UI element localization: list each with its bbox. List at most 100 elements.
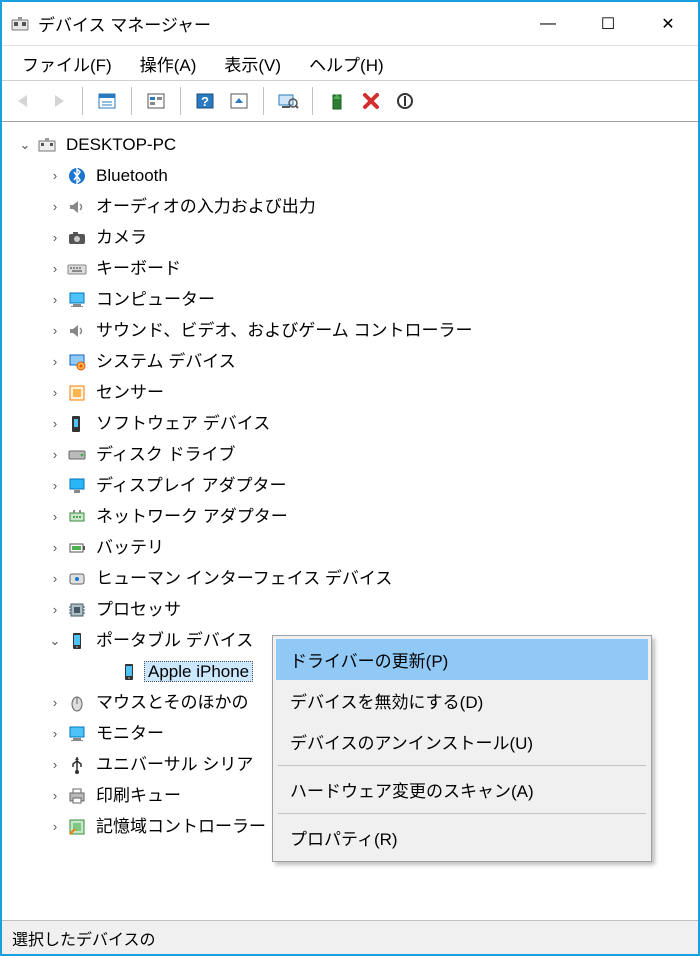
tree-label: ディスク ドライブ [92,444,240,465]
monitor-icon [66,723,88,745]
tree-node-hid[interactable]: › ヒューマン インターフェイス デバイス [2,563,698,594]
expand-icon[interactable]: › [46,353,64,371]
ctx-update-driver[interactable]: ドライバーの更新(P) [276,639,648,680]
expand-icon[interactable]: › [46,384,64,402]
tree-node-sound[interactable]: ›サウンド、ビデオ、およびゲーム コントローラー [2,315,698,346]
expand-icon[interactable]: › [46,818,64,836]
expander-none [98,663,116,681]
menu-view[interactable]: 表示(V) [212,47,293,80]
help-button[interactable]: ? [189,85,221,117]
tree-label: カメラ [92,227,151,248]
audio-icon [66,196,88,218]
tree-label: ネットワーク アダプター [92,506,292,527]
tree-label: コンピューター [92,289,219,310]
window-title: デバイス マネージャー [38,11,518,36]
ctx-properties[interactable]: プロパティ(R) [276,817,648,858]
expand-icon[interactable]: › [46,570,64,588]
status-text: 選択したデバイスの [12,926,156,950]
camera-icon [66,227,88,249]
update-driver-button[interactable] [321,85,353,117]
tree-label: キーボード [92,258,185,279]
ctx-uninstall-device[interactable]: デバイスのアンインストール(U) [276,721,648,762]
close-button[interactable]: ✕ [638,2,698,46]
expand-icon[interactable]: › [46,167,64,185]
tree-node-cpu[interactable]: ›プロセッサ [2,594,698,625]
menu-file[interactable]: ファイル(F) [10,47,124,80]
root-icon [36,134,58,156]
display-icon [66,475,88,497]
tree-node-network[interactable]: › ネットワーク アダプター [2,501,698,532]
tree-node-disk[interactable]: › ディスク ドライブ [2,439,698,470]
tree-label: DESKTOP-PC [62,134,180,155]
disable-button[interactable] [389,85,421,117]
tree-node-display[interactable]: ›ディスプレイ アダプター [2,470,698,501]
show-hidden-button[interactable] [223,85,255,117]
tree-label: 記憶域コントローラー [92,816,270,837]
expand-icon[interactable]: › [46,260,64,278]
expand-icon[interactable]: › [46,601,64,619]
menu-action[interactable]: 操作(A) [128,47,209,80]
expand-icon[interactable]: › [46,725,64,743]
expand-icon[interactable]: › [46,291,64,309]
tree-node-system[interactable]: ›システム デバイス [2,346,698,377]
tree-node-root[interactable]: ⌄ DESKTOP-PC [2,129,698,160]
expand-icon[interactable]: › [46,198,64,216]
storage-icon [66,816,88,838]
printer-icon [66,785,88,807]
collapse-icon[interactable]: ⌄ [16,136,34,154]
tree-node-software[interactable]: ›ソフトウェア デバイス [2,408,698,439]
ctx-scan-hardware[interactable]: ハードウェア変更のスキャン(A) [276,769,648,810]
forward-button[interactable] [42,85,74,117]
expand-icon[interactable]: › [46,446,64,464]
battery-icon [66,537,88,559]
tree-node-camera[interactable]: › カメラ [2,222,698,253]
expand-icon[interactable]: › [46,787,64,805]
ctx-disable-device[interactable]: デバイスを無効にする(D) [276,680,648,721]
tree-node-computer[interactable]: › コンピューター [2,284,698,315]
scan-hardware-button[interactable] [272,85,304,117]
toolbar-separator [312,87,313,115]
disk-icon [66,444,88,466]
tree-label: ヒューマン インターフェイス デバイス [92,568,396,589]
network-icon [66,506,88,528]
tree-node-bluetooth[interactable]: › Bluetooth [2,160,698,191]
toolbar-separator [263,87,264,115]
cpu-icon [66,599,88,621]
tree-label: バッテリ [92,537,168,558]
tree-node-battery[interactable]: › バッテリ [2,532,698,563]
context-menu: ドライバーの更新(P) デバイスを無効にする(D) デバイスのアンインストール(… [272,635,652,862]
back-button[interactable] [8,85,40,117]
menu-help[interactable]: ヘルプ(H) [297,47,396,80]
tree-node-keyboard[interactable]: › キーボード [2,253,698,284]
minimize-button[interactable]: — [518,2,578,46]
tree-label: ポータブル デバイス [92,630,257,651]
expand-icon[interactable]: › [46,508,64,526]
expand-icon[interactable]: › [46,477,64,495]
tree-node-audio[interactable]: › オーディオの入力および出力 [2,191,698,222]
devices-view-button[interactable] [140,85,172,117]
collapse-icon[interactable]: ⌄ [46,632,64,650]
tree-label: Bluetooth [92,165,172,186]
usb-icon [66,754,88,776]
title-bar: デバイス マネージャー — ☐ ✕ [2,2,698,46]
device-tree[interactable]: ⌄DESKTOP-PC›Bluetooth›オーディオの入力および出力›カメラ›… [2,122,698,920]
keyboard-icon [66,258,88,280]
uninstall-button[interactable] [355,85,387,117]
expand-icon[interactable]: › [46,694,64,712]
ctx-separator [278,765,646,766]
tree-label: 印刷キュー [92,785,185,806]
sensor-icon [66,382,88,404]
properties-button[interactable] [91,85,123,117]
toolbar-separator [131,87,132,115]
computer-icon [66,289,88,311]
software-icon [66,413,88,435]
expand-icon[interactable]: › [46,756,64,774]
expand-icon[interactable]: › [46,229,64,247]
expand-icon[interactable]: › [46,322,64,340]
tree-label: オーディオの入力および出力 [92,196,320,217]
expand-icon[interactable]: › [46,415,64,433]
ctx-separator [278,813,646,814]
expand-icon[interactable]: › [46,539,64,557]
tree-node-sensor[interactable]: ›センサー [2,377,698,408]
maximize-button[interactable]: ☐ [578,2,638,46]
